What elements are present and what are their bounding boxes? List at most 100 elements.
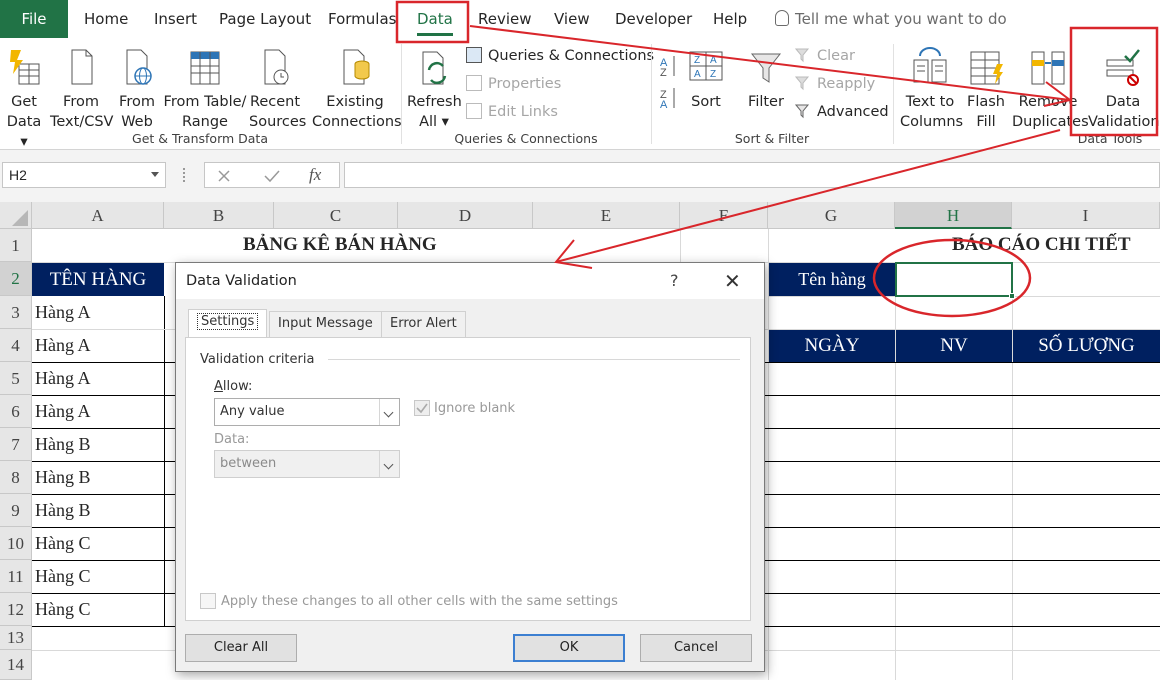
selected-cell-h2[interactable]	[895, 262, 1013, 297]
tab-file[interactable]: File	[0, 0, 68, 38]
row-header-11[interactable]: 11	[0, 560, 32, 593]
column-header-i[interactable]: I	[1012, 202, 1160, 229]
item-cell[interactable]: Hàng C	[35, 599, 91, 620]
edit-links-button[interactable]: Edit Links	[466, 100, 558, 124]
allow-select[interactable]: Any value	[214, 398, 400, 426]
text-to-columns-button[interactable]: Text to Columns	[900, 46, 963, 132]
item-cell[interactable]: Hàng C	[35, 533, 91, 554]
section-divider	[328, 359, 740, 360]
row-header-5[interactable]: 5	[0, 362, 32, 395]
row-header-13[interactable]: 13	[0, 626, 32, 650]
tab-developer[interactable]: Developer	[615, 0, 692, 38]
group-separator	[893, 44, 894, 144]
row-header-12[interactable]: 12	[0, 593, 32, 626]
recent-line2: Sources	[249, 114, 307, 130]
column-header-h[interactable]: H	[895, 202, 1012, 229]
check-icon[interactable]	[263, 168, 281, 184]
ignore-blank-checkbox[interactable]	[414, 400, 430, 416]
item-cell[interactable]: Hàng B	[35, 434, 91, 455]
fill-handle[interactable]	[1009, 293, 1015, 299]
data-validation-line1: Data	[1105, 94, 1141, 110]
select-all-corner[interactable]	[0, 202, 32, 229]
row-header-2[interactable]: 2	[0, 262, 32, 296]
label-ten-hang[interactable]: Tên hàng	[769, 263, 895, 296]
from-table-line2: Range	[182, 114, 228, 130]
row-header-14[interactable]: 14	[0, 650, 32, 680]
row-header-9[interactable]: 9	[0, 494, 32, 527]
row-header-4[interactable]: 4	[0, 329, 32, 362]
refresh-all-button[interactable]: Refresh All ▾	[407, 46, 462, 132]
item-cell[interactable]: Hàng A	[35, 401, 91, 422]
item-cell[interactable]: Hàng C	[35, 566, 91, 587]
tab-page-layout[interactable]: Page Layout	[219, 0, 311, 38]
item-cell[interactable]: Hàng A	[35, 368, 91, 389]
queries-connections-button[interactable]: Queries & Connections	[466, 44, 654, 68]
row-header-7[interactable]: 7	[0, 428, 32, 461]
item-cell[interactable]: Hàng B	[35, 500, 91, 521]
ok-button[interactable]: OK	[513, 634, 625, 662]
from-web-button[interactable]: From Web	[116, 46, 158, 132]
title-bao-cao[interactable]: BÁO CÁO CHI TIẾT	[952, 234, 1131, 256]
svg-text:Z: Z	[710, 69, 716, 80]
reapply-icon	[794, 75, 811, 91]
item-cell[interactable]: Hàng A	[35, 302, 91, 323]
row-header-3[interactable]: 3	[0, 296, 32, 329]
header-so-luong[interactable]: SỐ LƯỢNG	[1013, 330, 1160, 362]
checkmark-icon	[416, 403, 428, 414]
row-header-6[interactable]: 6	[0, 395, 32, 428]
tab-insert[interactable]: Insert	[154, 0, 197, 38]
data-validation-button[interactable]: Data Validation	[1088, 46, 1160, 132]
row-header-8[interactable]: 8	[0, 461, 32, 494]
header-ngay[interactable]: NGÀY	[769, 330, 895, 362]
tell-me-search[interactable]: Tell me what you want to do	[775, 0, 1007, 38]
formula-bar-grip	[183, 168, 186, 182]
tab-formulas[interactable]: Formulas	[328, 0, 396, 38]
tab-error-alert[interactable]: Error Alert	[381, 311, 466, 337]
cancel-icon[interactable]	[217, 169, 231, 183]
tab-view[interactable]: View	[554, 0, 590, 38]
properties-button[interactable]: Properties	[466, 72, 561, 96]
clear-filter-button[interactable]: Clear	[794, 44, 855, 68]
existing-connections-button[interactable]: Existing Connections	[312, 46, 402, 132]
from-table-range-button[interactable]: From Table/Range	[163, 46, 247, 132]
column-header-f[interactable]: F	[680, 202, 768, 229]
sort-button[interactable]: ZAAZ Sort	[686, 46, 726, 112]
tab-settings[interactable]: Settings	[188, 309, 268, 339]
tab-review[interactable]: Review	[478, 0, 532, 38]
tab-home[interactable]: Home	[84, 0, 128, 38]
apply-all-checkbox[interactable]	[200, 593, 216, 609]
row-header-1[interactable]: 1	[0, 229, 32, 262]
help-button[interactable]: ?	[670, 271, 679, 290]
flash-fill-button[interactable]: Flash Fill	[964, 46, 1008, 132]
item-cell[interactable]: Hàng A	[35, 335, 91, 356]
column-header-c[interactable]: C	[274, 202, 398, 229]
funnel-icon	[750, 53, 782, 83]
reapply-button[interactable]: Reapply	[794, 72, 875, 96]
tab-help[interactable]: Help	[713, 0, 747, 38]
clear-all-button[interactable]: Clear All	[185, 634, 297, 662]
header-nv[interactable]: NV	[896, 330, 1012, 362]
formula-input[interactable]	[344, 162, 1160, 188]
title-bang-ke[interactable]: BẢNG KÊ BÁN HÀNG	[243, 234, 437, 256]
column-header-e[interactable]: E	[533, 202, 680, 229]
recent-sources-button[interactable]: Recent Sources	[249, 46, 307, 132]
from-text-csv-button[interactable]: From Text/CSV	[50, 46, 113, 132]
fx-icon[interactable]: fx	[309, 165, 321, 185]
tab-data[interactable]: Data	[417, 0, 453, 36]
item-cell[interactable]: Hàng B	[35, 467, 91, 488]
data-select[interactable]: between	[214, 450, 400, 478]
column-header-g[interactable]: G	[768, 202, 895, 229]
cancel-button[interactable]: Cancel	[640, 634, 752, 662]
column-header-b[interactable]: B	[164, 202, 274, 229]
advanced-filter-button[interactable]: Advanced	[794, 100, 889, 124]
close-button[interactable]: ✕	[724, 269, 741, 293]
row-header-10[interactable]: 10	[0, 527, 32, 560]
dialog-titlebar[interactable]: Data Validation ? ✕	[176, 263, 764, 299]
filter-button[interactable]: Filter	[745, 46, 787, 112]
remove-duplicates-button[interactable]: Remove Duplicates	[1012, 46, 1089, 132]
header-ten-hang[interactable]: TÊN HÀNG	[32, 263, 164, 296]
column-header-d[interactable]: D	[398, 202, 533, 229]
tab-input-message[interactable]: Input Message	[269, 311, 382, 337]
column-header-a[interactable]: A	[32, 202, 164, 229]
name-box[interactable]: H2	[2, 162, 166, 188]
